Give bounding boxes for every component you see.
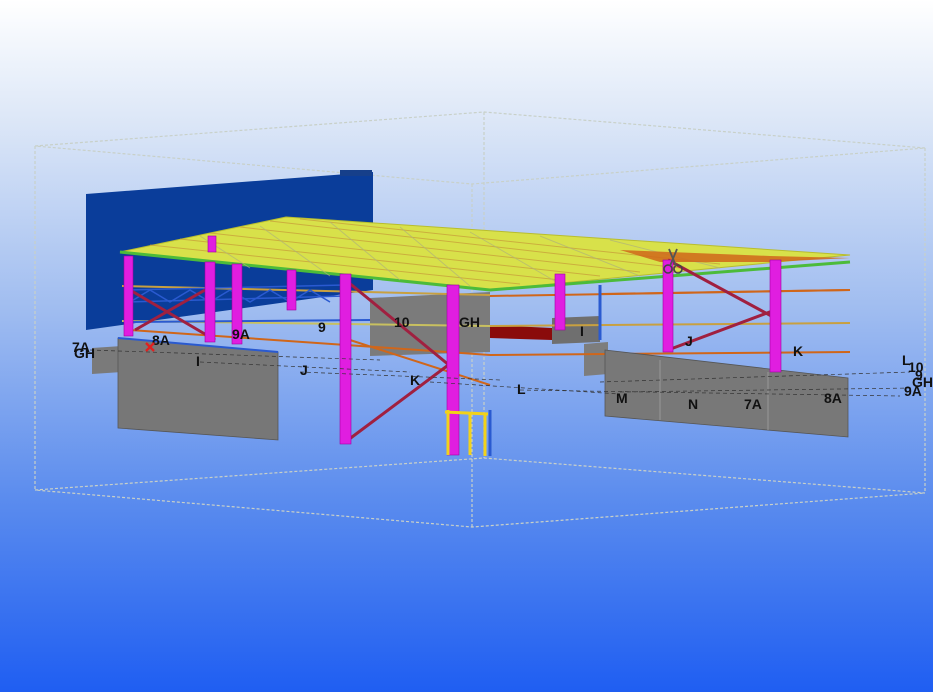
- gridline-label-9[interactable]: 9: [318, 320, 326, 334]
- gridline-label-10[interactable]: 10: [394, 315, 410, 329]
- gridline-label-k-left[interactable]: K: [410, 373, 420, 387]
- gridline-label-m[interactable]: M: [616, 391, 628, 405]
- gridline-label-j-right[interactable]: J: [685, 334, 693, 348]
- gridline-label-j-left[interactable]: J: [300, 363, 308, 377]
- gridline-label-9a-mid[interactable]: 9A: [232, 327, 250, 341]
- gridline-label-gh-far[interactable]: GH: [912, 375, 933, 389]
- crane-girder[interactable]: [490, 325, 552, 340]
- gridline-label-i-left[interactable]: I: [196, 354, 200, 368]
- gridline-label-gh-mid[interactable]: GH: [459, 315, 480, 329]
- gridline-label-7a-right[interactable]: 7A: [744, 397, 762, 411]
- red-cross-marker-icon[interactable]: [144, 341, 156, 353]
- gridline-label-k-right[interactable]: K: [793, 344, 803, 358]
- gridline-label-n[interactable]: N: [688, 397, 698, 411]
- gridline-label-l-mid[interactable]: L: [517, 382, 526, 396]
- scissors-icon[interactable]: [662, 247, 684, 275]
- 3d-model-viewport[interactable]: 7A GH 8A 9A 9 10 GH I I J J K K L M N 7A…: [0, 0, 933, 692]
- gridline-label-gh-left[interactable]: GH: [74, 346, 95, 360]
- gridline-label-i-mid[interactable]: I: [580, 324, 584, 338]
- gridline-label-8a-right[interactable]: 8A: [824, 391, 842, 405]
